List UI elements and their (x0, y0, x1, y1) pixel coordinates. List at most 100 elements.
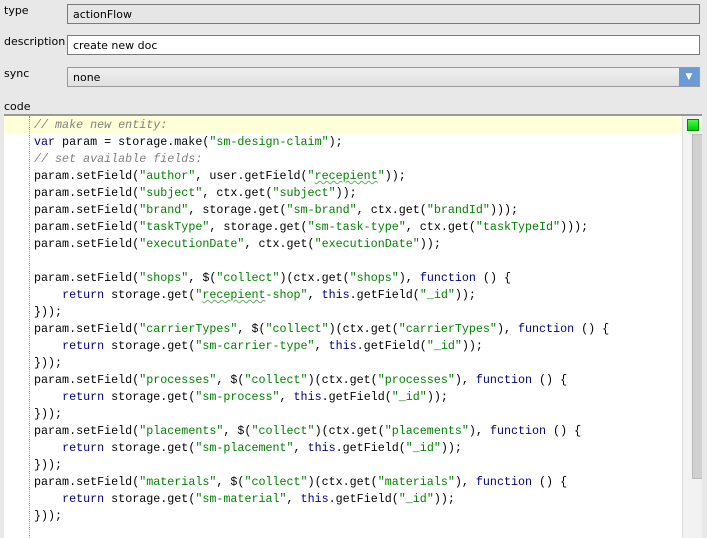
code-token: })); (34, 407, 63, 421)
code-token: "author" (139, 169, 196, 183)
sync-value: none (73, 71, 101, 84)
code-token: , $( (188, 271, 217, 285)
code-token: "materials" (377, 475, 455, 489)
code-token: })); (34, 458, 63, 472)
code-token: param.setField( (34, 475, 140, 489)
code-line: param.setField("carrierTypes", $("collec… (34, 321, 609, 338)
code-label: code (4, 100, 31, 113)
code-token: , ctx.get( (244, 237, 315, 251)
code-token: "_id" (405, 441, 441, 455)
code-line: return storage.get("sm-placement", this.… (34, 440, 609, 457)
code-token: "collect" (216, 271, 280, 285)
code-token: function (489, 424, 547, 438)
code-line: var param = storage.make("sm-design-clai… (34, 134, 609, 151)
code-token: "collect" (251, 424, 315, 438)
code-token: "collect" (244, 373, 308, 387)
code-token: function (518, 322, 575, 336)
code-token: "sm-brand" (286, 203, 357, 217)
code-line: param.setField("subject", ctx.get("subje… (34, 185, 609, 202)
code-token: , user.getField( (195, 169, 308, 183)
code-line: param.setField("executionDate", ctx.get(… (34, 236, 609, 253)
code-token: recepient (314, 169, 378, 183)
code-token: "sm-process" (195, 390, 280, 404)
code-token: "_id" (391, 390, 427, 404)
code-token: , storage.get( (209, 220, 308, 234)
code-token: ), (468, 424, 490, 438)
code-token: "sm-material" (195, 492, 287, 506)
code-token: , ctx.get( (405, 220, 476, 234)
code-token: var (34, 135, 56, 149)
code-token: , ctx.get( (356, 203, 427, 217)
code-token: "_id" (419, 288, 455, 302)
code-token: ), (398, 271, 420, 285)
code-line: })); (34, 304, 609, 321)
code-line: })); (34, 406, 609, 423)
code-token: function (419, 271, 476, 285)
code-token: , (279, 390, 294, 404)
code-token: ), (496, 322, 518, 336)
code-token: ))); (489, 203, 518, 217)
code-token: "collect" (265, 322, 329, 336)
code-token: })); (34, 356, 63, 370)
code-token: param.setField( (34, 424, 140, 438)
code-token: )(ctx.get( (279, 271, 350, 285)
code-token: , (307, 288, 322, 302)
code-token: ), (454, 373, 476, 387)
code-token: "collect" (244, 475, 308, 489)
code-token: () { (532, 373, 568, 387)
code-token: "sm-carrier-type" (195, 339, 315, 353)
code-line: param.setField("materials", $("collect")… (34, 474, 609, 491)
code-token: , $( (216, 475, 245, 489)
code-token: "executionDate" (314, 237, 420, 251)
type-label: type (4, 4, 29, 17)
code-token: , $( (237, 322, 266, 336)
code-token: "processes" (377, 373, 455, 387)
code-token: function (475, 475, 533, 489)
code-token: param.setField( (34, 271, 140, 285)
code-line: param.setField("shops", $("collect")(ctx… (34, 270, 609, 287)
code-content[interactable]: // make new entity: var param = storage.m… (34, 117, 609, 525)
code-token: "carrierTypes" (398, 322, 497, 336)
code-token: "_id" (398, 492, 434, 506)
chevron-down-icon[interactable]: ▼ (679, 68, 699, 86)
gutter (29, 116, 30, 538)
code-token: () { (574, 322, 610, 336)
code-token: })); (34, 305, 63, 319)
code-line: })); (34, 457, 609, 474)
sync-label: sync (4, 67, 30, 80)
code-token: )); (426, 390, 448, 404)
scrollbar-thumb[interactable] (692, 134, 702, 479)
code-token: return (62, 390, 105, 404)
code-token: "sm-placement" (195, 441, 294, 455)
code-token: .getField( (321, 390, 392, 404)
description-label: description (4, 35, 66, 48)
code-token: "subject" (272, 186, 336, 200)
code-token: storage.get( (104, 288, 196, 302)
type-field: actionFlow (67, 4, 700, 24)
code-token: )(ctx.get( (307, 373, 378, 387)
code-token: )); (384, 169, 406, 183)
code-editor[interactable]: // make new entity: var param = storage.m… (4, 114, 702, 538)
code-token: "taskType" (139, 220, 210, 234)
code-token: "materials" (139, 475, 217, 489)
code-token: return (62, 441, 105, 455)
code-token: )); (419, 237, 441, 251)
code-token: )(ctx.get( (307, 475, 378, 489)
code-line: param.setField("author", user.getField("… (34, 168, 609, 185)
description-input[interactable]: create new doc (67, 35, 700, 55)
code-line: // make new entity: (34, 117, 609, 134)
code-token: )); (461, 339, 483, 353)
sync-select[interactable]: none ▼ (67, 67, 700, 87)
code-token: , ctx.get( (202, 186, 273, 200)
code-token: param.setField( (34, 169, 140, 183)
code-token: ), (454, 475, 476, 489)
code-token: // set available fields: (34, 152, 203, 166)
code-token: )(ctx.get( (328, 322, 399, 336)
code-token: })); (34, 509, 63, 523)
code-token: .getField( (356, 339, 427, 353)
code-token: )); (433, 492, 455, 506)
code-token: , (293, 441, 308, 455)
